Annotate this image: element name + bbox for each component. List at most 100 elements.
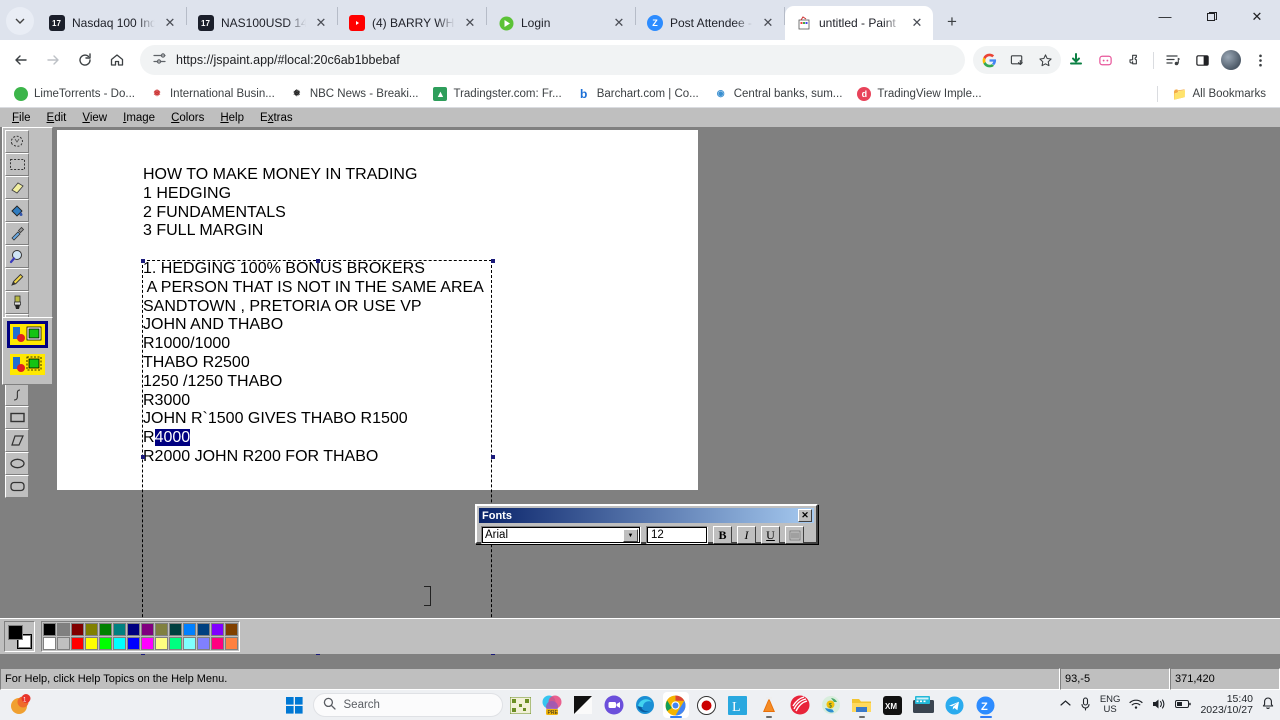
pick-color-tool[interactable] xyxy=(5,222,29,245)
fonts-dialog[interactable]: Fonts ✕ Arial ▼ 12 B I U xyxy=(475,504,818,544)
underline-button[interactable]: U xyxy=(761,526,780,544)
install-app-icon[interactable] xyxy=(1003,46,1031,74)
reload-icon[interactable] xyxy=(70,45,100,75)
home-icon[interactable] xyxy=(102,45,132,75)
taskbar-item-qr[interactable] xyxy=(508,692,534,718)
palette-swatch[interactable] xyxy=(155,637,168,650)
tab-close-icon[interactable]: ✕ xyxy=(760,15,776,31)
volume-icon[interactable] xyxy=(1152,698,1166,713)
back-icon[interactable] xyxy=(6,45,36,75)
font-family-select[interactable]: Arial ▼ xyxy=(481,526,641,544)
menu-file[interactable]: File xyxy=(5,111,38,125)
tab-close-icon[interactable]: ✕ xyxy=(313,15,329,31)
browser-tab[interactable]: (4) BARRY WHITE & ✕ xyxy=(338,6,486,40)
taskbar-item-l-app[interactable]: L xyxy=(725,692,751,718)
reading-list-icon[interactable] xyxy=(1159,46,1187,74)
palette-swatch[interactable] xyxy=(225,623,238,636)
menu-extras[interactable]: Extras xyxy=(253,111,300,125)
close-button[interactable]: ✕ xyxy=(1234,0,1280,33)
palette-swatch[interactable] xyxy=(141,637,154,650)
bookmark-item[interactable]: ❅ NBC News - Breaki... xyxy=(284,84,425,104)
ellipse-tool[interactable] xyxy=(5,452,29,475)
taskbar-item-premiere[interactable]: PRE xyxy=(539,692,565,718)
taskbar-item-explorer[interactable] xyxy=(849,692,875,718)
taskbar-item-money[interactable]: $ xyxy=(818,692,844,718)
bookmark-star-icon[interactable] xyxy=(1031,46,1059,74)
palette-swatch[interactable] xyxy=(57,637,70,650)
browser-tab-active[interactable]: untitled - Paint ✕ xyxy=(785,6,933,40)
taskbar-item-chrome[interactable] xyxy=(662,692,689,718)
address-bar[interactable]: https://jspaint.app/#local:20c6ab1bbebaf xyxy=(140,45,965,75)
pencil-tool[interactable] xyxy=(5,268,29,291)
fonts-dialog-titlebar[interactable]: Fonts ✕ xyxy=(479,508,814,523)
palette-swatch[interactable] xyxy=(225,637,238,650)
palette-swatch[interactable] xyxy=(113,623,126,636)
paint-canvas[interactable]: HOW TO MAKE MONEY IN TRADING 1 HEDGING 2… xyxy=(57,130,698,490)
vertical-text-button[interactable] xyxy=(785,526,804,544)
taskbar-item-calculator[interactable] xyxy=(911,692,937,718)
rectangle-tool[interactable] xyxy=(5,406,29,429)
windows-start-icon[interactable] xyxy=(282,692,308,718)
bookmark-item[interactable]: ◉ Central banks, sum... xyxy=(708,84,849,104)
palette-swatch[interactable] xyxy=(197,637,210,650)
palette-swatch[interactable] xyxy=(155,623,168,636)
palette-swatch[interactable] xyxy=(99,637,112,650)
language-indicator[interactable]: ENG US xyxy=(1100,695,1121,715)
palette-swatch[interactable] xyxy=(43,637,56,650)
taskbar-item-vlc[interactable] xyxy=(756,692,782,718)
palette-swatch[interactable] xyxy=(141,623,154,636)
taskbar-item-s-app[interactable] xyxy=(787,692,813,718)
palette-swatch[interactable] xyxy=(99,623,112,636)
foreground-background-swatch[interactable] xyxy=(4,621,35,652)
rounded-rectangle-tool[interactable] xyxy=(5,475,29,498)
brush-tool[interactable] xyxy=(5,291,29,314)
bold-button[interactable]: B xyxy=(713,526,732,544)
avatar[interactable] xyxy=(1217,46,1245,74)
menu-view[interactable]: View xyxy=(75,111,114,125)
rectangle-select-tool[interactable] xyxy=(5,153,29,176)
forward-icon[interactable] xyxy=(38,45,68,75)
side-panel-icon[interactable] xyxy=(1188,46,1216,74)
eraser-tool[interactable] xyxy=(5,176,29,199)
palette-swatch[interactable] xyxy=(183,623,196,636)
taskbar-search-box[interactable]: Search xyxy=(312,693,503,717)
taskbar-item-lightroom[interactable] xyxy=(570,692,596,718)
site-settings-icon[interactable] xyxy=(152,51,167,69)
bookmark-item[interactable]: d TradingView Imple... xyxy=(851,84,987,104)
tab-close-icon[interactable]: ✕ xyxy=(611,15,627,31)
tab-close-icon[interactable]: ✕ xyxy=(909,15,925,31)
browser-tab[interactable]: Z Post Attendee - Zoo ✕ xyxy=(636,6,784,40)
palette-swatch[interactable] xyxy=(85,623,98,636)
bookmark-item[interactable]: ❅ International Busin... xyxy=(144,84,281,104)
taskbar-widgets[interactable]: 1 xyxy=(8,693,34,717)
palette-swatch[interactable] xyxy=(57,623,70,636)
clock[interactable]: 15:40 2023/10/27 xyxy=(1200,694,1253,716)
italic-button[interactable]: I xyxy=(737,526,756,544)
palette-swatch[interactable] xyxy=(197,623,210,636)
curve-tool[interactable] xyxy=(5,383,29,406)
palette-swatch[interactable] xyxy=(211,637,224,650)
tab-search-icon[interactable] xyxy=(6,7,34,35)
palette-swatch[interactable] xyxy=(169,623,182,636)
bookmark-item[interactable]: LimeTorrents - Do... xyxy=(8,84,141,104)
minimize-button[interactable]: — xyxy=(1142,0,1188,33)
palette-swatch[interactable] xyxy=(85,637,98,650)
taskbar-item-recorder[interactable] xyxy=(694,692,720,718)
microphone-icon[interactable] xyxy=(1080,696,1091,714)
chevron-down-icon[interactable]: ▼ xyxy=(623,529,638,542)
new-tab-button[interactable]: + xyxy=(938,8,966,36)
close-icon[interactable]: ✕ xyxy=(798,509,812,522)
transparent-background-option[interactable] xyxy=(7,351,48,378)
tab-close-icon[interactable]: ✕ xyxy=(162,15,178,31)
polygon-tool[interactable] xyxy=(5,429,29,452)
menu-colors[interactable]: Colors xyxy=(164,111,211,125)
opaque-background-option[interactable] xyxy=(7,321,48,348)
browser-tab[interactable]: Login ✕ xyxy=(487,6,635,40)
menu-edit[interactable]: Edit xyxy=(40,111,74,125)
palette-swatch[interactable] xyxy=(71,637,84,650)
taskbar-item-zoom-app[interactable]: Z xyxy=(973,692,999,718)
tab-close-icon[interactable]: ✕ xyxy=(462,15,478,31)
palette-swatch[interactable] xyxy=(169,637,182,650)
palette-swatch[interactable] xyxy=(43,623,56,636)
chrome-menu-icon[interactable] xyxy=(1246,46,1274,74)
